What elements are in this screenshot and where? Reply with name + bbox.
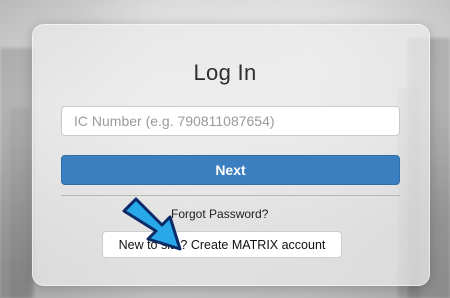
forgot-password-link[interactable]: Forgot Password? xyxy=(171,207,268,221)
ic-number-input[interactable] xyxy=(61,106,400,136)
app-screen: Log In Next Forgot Password? New to site… xyxy=(0,0,450,298)
create-account-button[interactable]: New to site? Create MATRIX account xyxy=(102,231,342,258)
background-building xyxy=(10,108,30,298)
page-title: Log In xyxy=(193,60,257,85)
next-button[interactable]: Next xyxy=(61,155,400,185)
divider xyxy=(61,195,400,196)
